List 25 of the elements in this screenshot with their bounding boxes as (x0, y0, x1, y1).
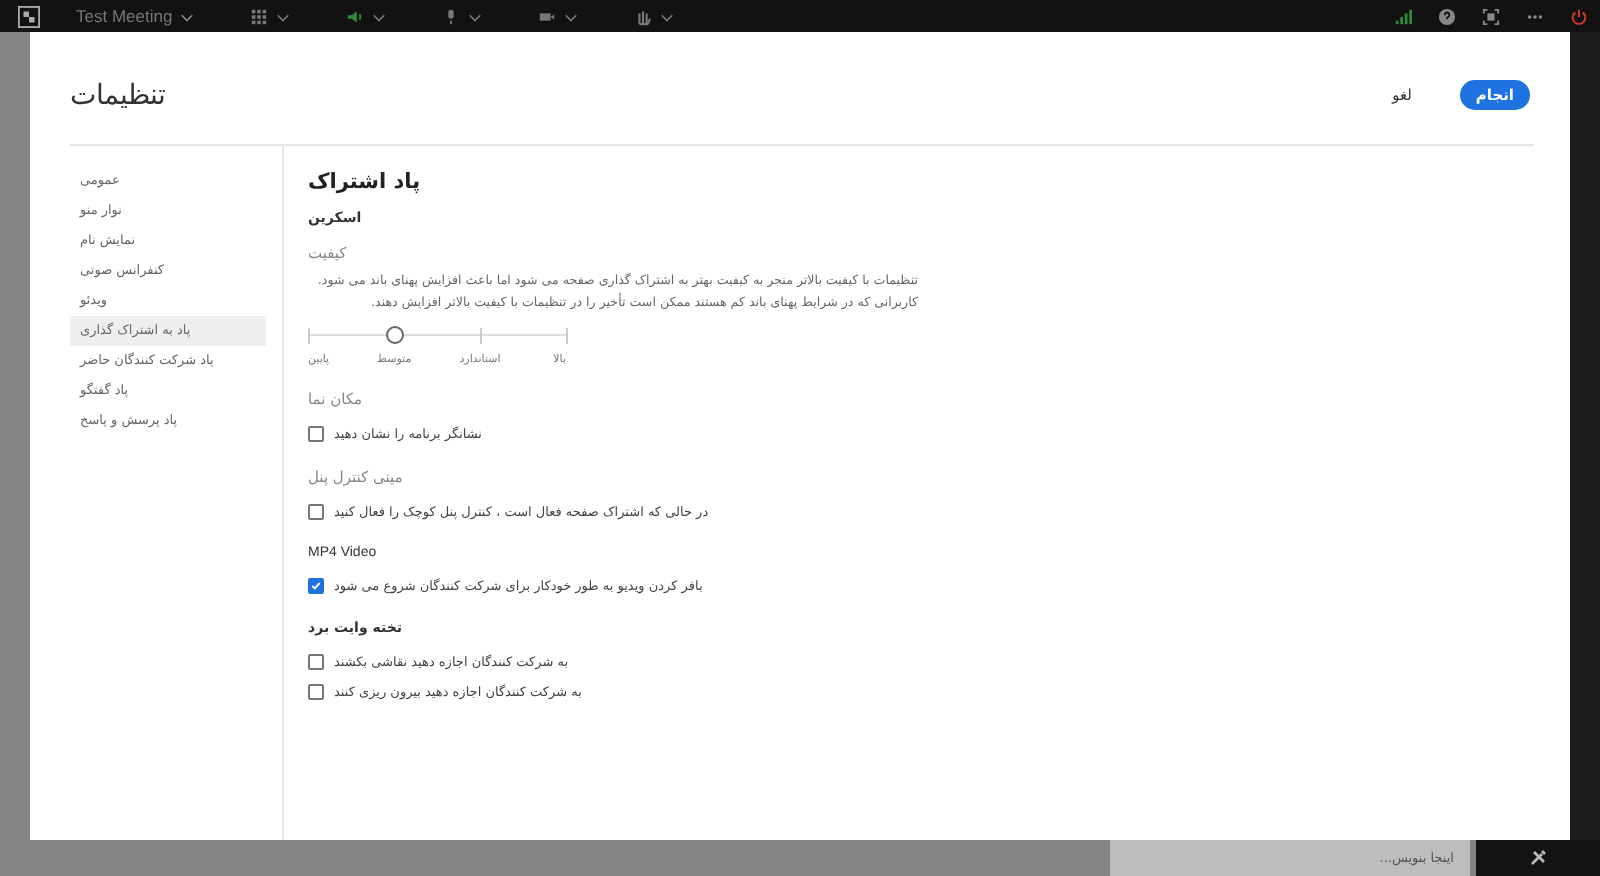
slider-thumb[interactable] (385, 326, 404, 344)
caret-icon[interactable] (276, 9, 291, 23)
caret-icon[interactable] (468, 9, 483, 23)
speaker-icon[interactable] (346, 7, 365, 25)
help-icon[interactable] (1438, 7, 1456, 25)
checkbox[interactable] (308, 503, 324, 519)
caret-icon[interactable] (660, 9, 675, 23)
fullscreen-icon[interactable] (1482, 7, 1500, 25)
section-heading: پاد اشتراک (308, 170, 423, 194)
meeting-title[interactable]: Test Meeting (76, 6, 173, 26)
camera-icon[interactable] (538, 7, 557, 25)
checkbox[interactable] (308, 425, 324, 441)
dialog-title: تنظیمات (70, 78, 166, 110)
grid-icon[interactable] (250, 7, 269, 25)
caret-icon[interactable] (180, 9, 195, 23)
caret-icon[interactable] (372, 9, 387, 23)
caret-icon[interactable] (564, 9, 579, 23)
power-icon[interactable] (1570, 7, 1588, 25)
checkbox[interactable] (308, 577, 324, 593)
tools-icon[interactable] (1528, 848, 1548, 868)
signal-icon (1394, 7, 1412, 25)
app-logo-icon (18, 5, 40, 27)
checkbox[interactable] (308, 653, 324, 669)
hand-icon[interactable] (634, 7, 653, 25)
checkbox[interactable] (308, 683, 324, 699)
